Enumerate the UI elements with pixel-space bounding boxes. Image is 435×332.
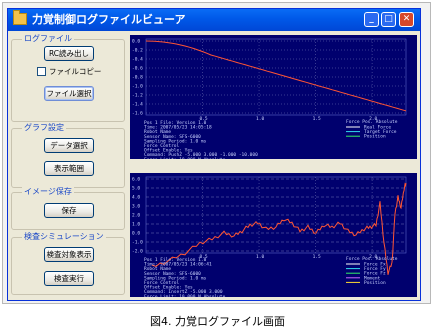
client-area: ログファイル RC読み出し ファイルコピー ファイル選択 グラフ設定 データ選択… bbox=[8, 31, 420, 300]
save-button[interactable]: 保存 bbox=[44, 203, 94, 218]
logfile-group: ログファイル RC読み出し ファイルコピー ファイル選択 bbox=[11, 33, 125, 122]
y-tick-label: 1.0 bbox=[132, 222, 140, 228]
x-tick-label: 1.0 bbox=[256, 116, 264, 122]
y-tick-label: -0.4 bbox=[132, 57, 143, 63]
y-tick-label: 5.0 bbox=[132, 186, 140, 192]
x-tick-label: 1.5 bbox=[313, 254, 321, 260]
legend-title: Force Pos. Absolute bbox=[346, 119, 398, 125]
y-tick-label: -0.8 bbox=[132, 75, 143, 81]
graph-settings-group: グラフ設定 データ選択 表示範囲 bbox=[11, 122, 125, 188]
legend-label: Position bbox=[364, 280, 386, 286]
bottom-log-chart: 6.0 5.0 4.0 3.0 2.0 1.0 0.0 -1.0 -2.0 0.5 1.0 1.5 2… bbox=[130, 173, 417, 297]
y-tick-label: -0.2 bbox=[132, 48, 143, 54]
top-force-trace bbox=[145, 40, 407, 112]
run-inspection-button[interactable]: 検査実行 bbox=[44, 271, 94, 286]
legend-label: Position bbox=[364, 134, 386, 140]
y-tick-label: -2.0 bbox=[132, 249, 143, 255]
image-save-group: イメージ保存 保存 bbox=[11, 186, 125, 230]
y-tick-label: 4.0 bbox=[132, 195, 140, 201]
x-tick-label: 1.0 bbox=[256, 254, 264, 260]
y-tick-label: 6.0 bbox=[132, 177, 140, 183]
file-copy-checkbox[interactable] bbox=[37, 67, 46, 76]
image-save-group-label: イメージ保存 bbox=[22, 186, 74, 198]
y-tick-label: -1.0 bbox=[132, 84, 143, 90]
bottom-chart-svg: 6.05.04.03.02.01.00.0-1.0-2.0 0.5 1.0 1.5 2… bbox=[132, 177, 407, 297]
top-chart-svg: 0.0-0.2-0.4-0.6-0.8-1.0-1.2-1.4-1.6 0.5 1… bbox=[132, 39, 407, 159]
close-button[interactable]: ✕ bbox=[399, 12, 414, 27]
y-tick-label: -1.0 bbox=[132, 240, 143, 246]
logfile-group-label: ログファイル bbox=[22, 33, 74, 45]
file-copy-label: ファイルコピー bbox=[49, 67, 102, 76]
y-tick-label: 0.0 bbox=[132, 231, 140, 237]
data-select-button[interactable]: データ選択 bbox=[44, 138, 94, 153]
title-bar[interactable]: 力覚制御ログファイルビューア _ □ ✕ bbox=[8, 9, 420, 31]
graph-settings-group-label: グラフ設定 bbox=[22, 122, 66, 134]
maximize-button[interactable]: □ bbox=[381, 12, 396, 27]
x-tick-label: 1.5 bbox=[313, 116, 321, 122]
rc-read-button[interactable]: RC読み出し bbox=[44, 46, 94, 61]
log-info-line: Force Limit: 10.000 N Absolute bbox=[144, 157, 226, 159]
log-info-line: Force Limit: 10.000 N Absolute bbox=[144, 294, 226, 297]
inspection-group-label: 検査シミュレーション bbox=[22, 231, 106, 243]
show-target-button[interactable]: 検査対象表示 bbox=[44, 247, 94, 262]
y-tick-label: -1.6 bbox=[132, 111, 143, 117]
app-window: 力覚制御ログファイルビューア _ □ ✕ ログファイル RC読み出し ファイルコ… bbox=[7, 8, 421, 301]
minimize-button[interactable]: _ bbox=[364, 12, 379, 27]
display-range-button[interactable]: 表示範囲 bbox=[44, 161, 94, 176]
y-tick-label: 0.0 bbox=[132, 39, 140, 45]
y-tick-label: -1.2 bbox=[132, 93, 143, 99]
folder-icon bbox=[13, 10, 27, 25]
legend-title: Force Pos. Absolute bbox=[346, 256, 398, 262]
top-log-chart: 0.0 -0.2 -0.4 -0.6 -0.8 -1.0 -1.2 -1.4 -1.6 0.5 1… bbox=[130, 35, 417, 159]
y-tick-label: -0.6 bbox=[132, 66, 143, 72]
inspection-group: 検査シミュレーション 検査対象表示 検査実行 bbox=[11, 231, 125, 295]
window-title: 力覚制御ログファイルビューア bbox=[32, 13, 186, 26]
y-tick-label: 3.0 bbox=[132, 204, 140, 210]
file-select-button[interactable]: ファイル選択 bbox=[44, 86, 94, 101]
y-tick-label: -1.4 bbox=[132, 102, 143, 108]
figure-caption: 図4. 力覚ログファイル画面 bbox=[150, 315, 285, 328]
y-tick-label: 2.0 bbox=[132, 213, 140, 219]
